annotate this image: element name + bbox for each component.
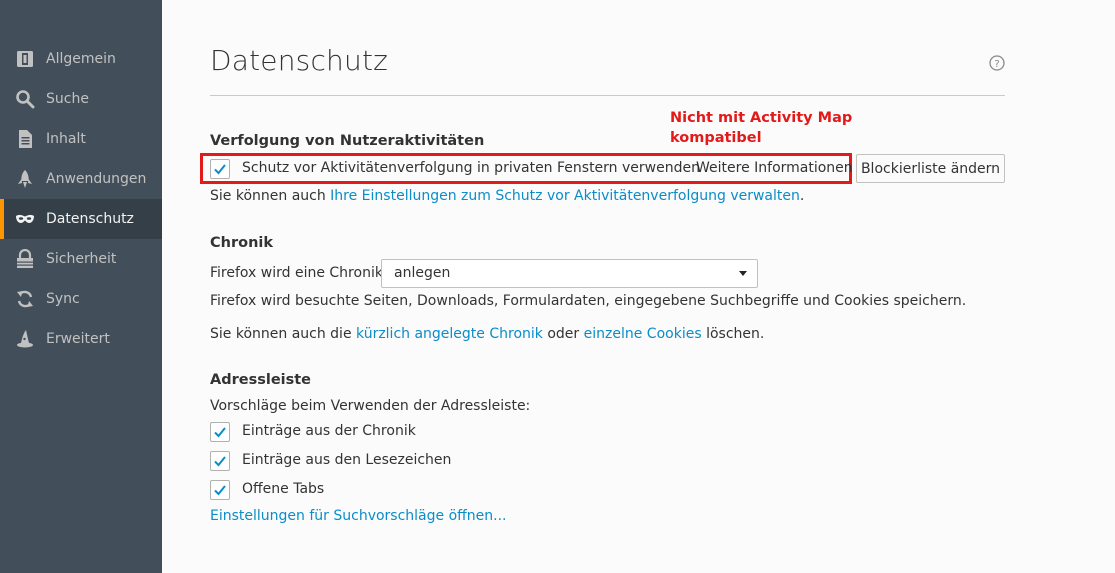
tracking-note: Sie können auch Ihre Einstellungen zum S… [210, 188, 805, 204]
individual-cookies-link[interactable]: einzelne Cookies [584, 326, 702, 342]
sidebar-item-label: Datenschutz [46, 211, 134, 227]
wizard-hat-icon [15, 329, 35, 349]
sidebar-item-erweitert[interactable]: Erweitert [0, 319, 162, 359]
suggest-history-checkbox[interactable] [210, 422, 230, 442]
more-info-link[interactable]: Weitere Informationen [696, 160, 853, 176]
page-title: Datenschutz [210, 44, 389, 77]
sidebar-item-label: Suche [46, 91, 89, 107]
history-description: Firefox wird besuchte Seiten, Downloads,… [210, 293, 967, 309]
sidebar-item-suche[interactable]: Suche [0, 79, 162, 119]
history-heading: Chronik [210, 235, 274, 251]
applications-icon [15, 169, 35, 189]
sidebar-item-label: Allgemein [46, 51, 116, 67]
dropdown-arrow-icon [739, 271, 747, 276]
tracking-protection-checkbox[interactable] [210, 159, 230, 179]
general-icon [15, 49, 35, 69]
compatibility-annotation: Nicht mit Activity Map kompatibel [670, 108, 852, 148]
search-icon [15, 89, 35, 109]
title-divider [210, 95, 1005, 96]
recent-history-link[interactable]: kürzlich angelegte Chronik [356, 326, 543, 342]
sidebar-item-anwendungen[interactable]: Anwendungen [0, 159, 162, 199]
sidebar-item-sicherheit[interactable]: Sicherheit [0, 239, 162, 279]
history-mode-select[interactable]: anlegen [381, 259, 758, 288]
suggest-history-label[interactable]: Einträge aus der Chronik [242, 423, 416, 439]
sidebar-item-label: Inhalt [46, 131, 86, 147]
help-icon[interactable]: ? [989, 55, 1005, 71]
tracking-protection-label[interactable]: Schutz vor Aktivitätenverfolgung in priv… [242, 160, 700, 176]
sidebar-item-label: Anwendungen [46, 171, 147, 187]
checkmark-icon [214, 456, 226, 467]
history-clear-note: Sie können auch die kürzlich angelegte C… [210, 326, 765, 342]
sidebar: Allgemein Suche Inhalt Anwendungen Daten… [0, 0, 162, 573]
lock-icon [15, 248, 35, 269]
content-icon [15, 129, 35, 149]
checkmark-icon [214, 485, 226, 496]
suggest-open-tabs-checkbox[interactable] [210, 480, 230, 500]
sidebar-item-label: Sync [46, 291, 80, 307]
sidebar-item-inhalt[interactable]: Inhalt [0, 119, 162, 159]
suggest-bookmarks-checkbox[interactable] [210, 451, 230, 471]
tracking-settings-link[interactable]: Ihre Einstellungen zum Schutz vor Aktivi… [330, 188, 800, 204]
suggest-open-tabs-label[interactable]: Offene Tabs [242, 481, 324, 497]
history-select-value: anlegen [394, 265, 451, 281]
sync-icon [15, 289, 35, 309]
sidebar-item-label: Erweitert [46, 331, 110, 347]
blocklist-button[interactable]: Blockierliste ändern [856, 154, 1005, 183]
svg-text:?: ? [994, 59, 999, 70]
checkmark-icon [214, 164, 226, 175]
history-select-label: Firefox wird eine Chronik: [210, 265, 388, 281]
annotation-line-2: kompatibel [670, 130, 762, 146]
sidebar-item-datenschutz[interactable]: Datenschutz [0, 199, 162, 239]
addressbar-heading: Adressleiste [210, 372, 312, 388]
search-suggestions-settings-link[interactable]: Einstellungen für Suchvorschläge öffnen.… [210, 508, 507, 524]
annotation-line-1: Nicht mit Activity Map [670, 110, 853, 126]
sidebar-item-sync[interactable]: Sync [0, 279, 162, 319]
sidebar-item-label: Sicherheit [46, 251, 117, 267]
suggest-bookmarks-label[interactable]: Einträge aus den Lesezeichen [242, 452, 451, 468]
checkmark-icon [214, 427, 226, 438]
sidebar-item-allgemein[interactable]: Allgemein [0, 39, 162, 79]
main-content: Datenschutz ? Verfolgung von Nutzeraktiv… [162, 0, 1115, 573]
mask-icon [15, 209, 35, 229]
addressbar-intro: Vorschläge beim Verwenden der Adressleis… [210, 398, 531, 414]
tracking-heading: Verfolgung von Nutzeraktivitäten [210, 133, 485, 149]
